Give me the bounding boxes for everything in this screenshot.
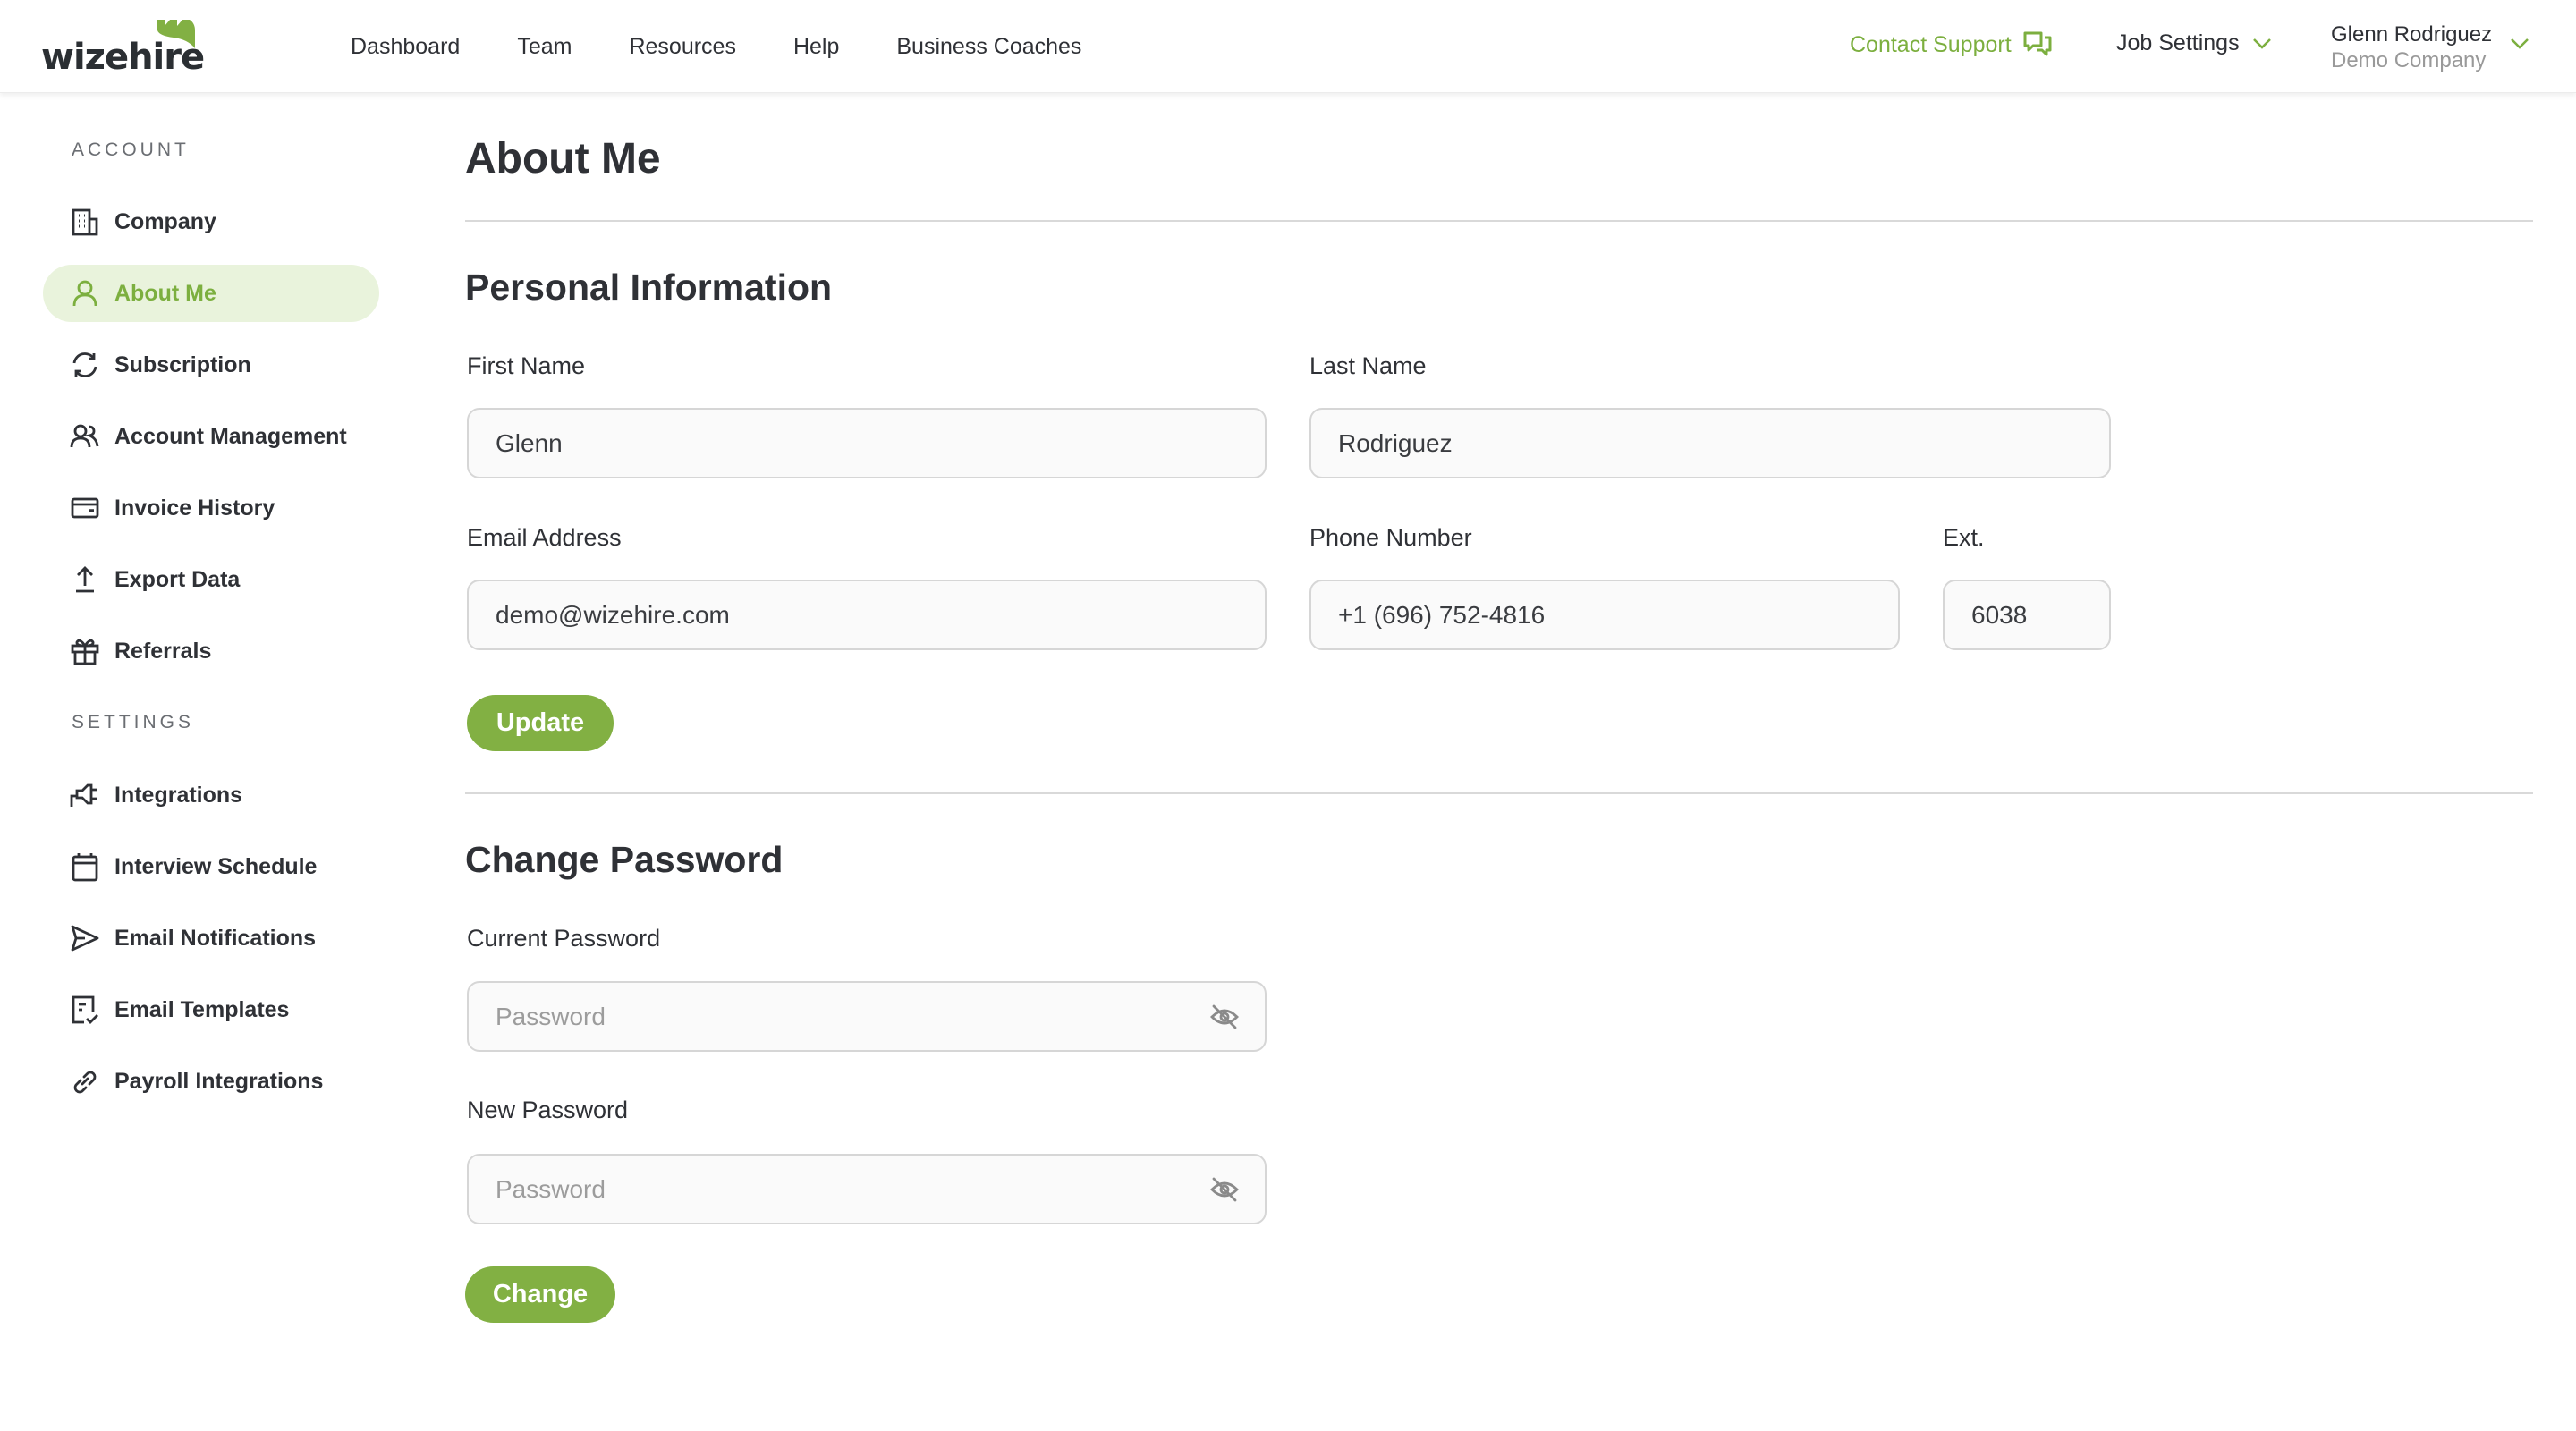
sidebar-item-about-me[interactable]: About Me [43,265,379,322]
top-header: wizehire Dashboard Team Resources Help B… [0,0,2576,93]
first-name-label: First Name [467,352,586,379]
current-password-input[interactable] [496,1002,1238,1031]
phone-input[interactable] [1338,600,1871,630]
document-check-icon [72,995,98,1024]
nav-business-coaches[interactable]: Business Coaches [896,34,1081,60]
link-icon [73,1071,97,1094]
current-password-field[interactable] [467,981,1267,1052]
users-icon [70,424,99,448]
gift-icon [71,639,99,665]
contact-support-label: Contact Support [1850,31,2012,57]
sidebar-item-company[interactable]: Company [43,193,379,250]
job-settings-dropdown[interactable]: Job Settings [2116,30,2272,56]
wallet-icon [71,497,99,519]
sidebar-item-label: Email Templates [114,996,290,1022]
sidebar-heading-settings: SETTINGS [72,712,195,732]
sidebar-item-payroll-integrations[interactable]: Payroll Integrations [43,1053,379,1110]
sidebar-item-label: Integrations [114,782,243,808]
nav-team[interactable]: Team [517,34,572,60]
user-icon [72,280,97,307]
last-name-label: Last Name [1309,352,1427,379]
sidebar-item-label: Subscription [114,351,251,377]
sidebar-item-label: Email Notifications [114,925,317,951]
ext-field[interactable] [1943,580,2111,650]
sidebar-item-interview-schedule[interactable]: Interview Schedule [43,838,379,895]
new-password-field[interactable] [467,1154,1267,1224]
plug-icon [70,783,97,807]
sidebar-heading-account: ACCOUNT [72,140,190,160]
user-name: Glenn Rodriguez [2331,22,2493,47]
last-name-input[interactable] [1338,428,2082,458]
change-password-heading: Change Password [465,839,784,880]
eye-off-icon[interactable] [1209,1175,1240,1204]
sidebar-item-invoice-history[interactable]: Invoice History [43,479,379,537]
user-company: Demo Company [2331,48,2487,72]
calendar-icon [72,853,98,882]
refresh-icon [72,352,97,377]
chevron-down-icon [2252,38,2271,49]
upload-icon [76,566,94,593]
page-title: About Me [465,135,661,182]
user-menu[interactable]: Glenn Rodriguez Demo Company [2331,21,2492,73]
sidebar-item-subscription[interactable]: Subscription [43,336,379,394]
email-field[interactable] [467,580,1267,650]
phone-field[interactable] [1309,580,1900,650]
send-icon [71,925,99,952]
sidebar-item-label: Invoice History [114,495,275,521]
contact-support-link[interactable]: Contact Support [1850,30,2053,59]
chat-bubbles-icon [2023,31,2052,56]
first-name-field[interactable] [467,408,1267,478]
sidebar-item-account-management[interactable]: Account Management [43,408,379,465]
sidebar-item-label: Account Management [114,423,347,449]
sidebar-item-integrations[interactable]: Integrations [43,766,379,824]
personal-info-heading: Personal Information [465,267,833,308]
email-input[interactable] [496,600,1238,630]
sidebar-item-label: About Me [114,280,216,306]
sidebar-item-export-data[interactable]: Export Data [43,551,379,608]
current-password-label: Current Password [467,925,661,952]
new-password-label: New Password [467,1097,629,1123]
sidebar-item-email-templates[interactable]: Email Templates [43,981,379,1038]
sidebar-item-label: Company [114,208,216,234]
ext-label: Ext. [1943,524,1985,551]
job-settings-label: Job Settings [2116,30,2240,55]
ext-input[interactable] [1971,600,2082,630]
phone-label: Phone Number [1309,524,1472,551]
title-divider [465,220,2533,222]
update-button[interactable]: Update [467,695,614,751]
first-name-input[interactable] [496,428,1238,458]
sidebar-item-label: Interview Schedule [114,853,318,879]
section-divider [465,792,2533,794]
eye-off-icon[interactable] [1209,1003,1240,1031]
building-icon [72,208,98,236]
sidebar-item-referrals[interactable]: Referrals [43,622,379,680]
logo-leaf-icon [157,20,195,48]
wizehire-logo[interactable]: wizehire [41,18,205,75]
chevron-down-icon[interactable] [2510,38,2529,50]
sidebar-item-email-notifications[interactable]: Email Notifications [43,910,379,967]
nav-help[interactable]: Help [793,34,839,60]
sidebar-item-label: Export Data [114,566,241,592]
last-name-field[interactable] [1309,408,2111,478]
nav-resources[interactable]: Resources [629,34,736,60]
email-label: Email Address [467,524,622,551]
change-password-button[interactable]: Change [465,1266,615,1323]
sidebar-item-label: Payroll Integrations [114,1068,324,1094]
new-password-input[interactable] [496,1174,1238,1204]
main-nav: Dashboard Team Resources Help Business C… [351,0,1081,93]
sidebar-item-label: Referrals [114,638,212,664]
nav-dashboard[interactable]: Dashboard [351,34,460,60]
